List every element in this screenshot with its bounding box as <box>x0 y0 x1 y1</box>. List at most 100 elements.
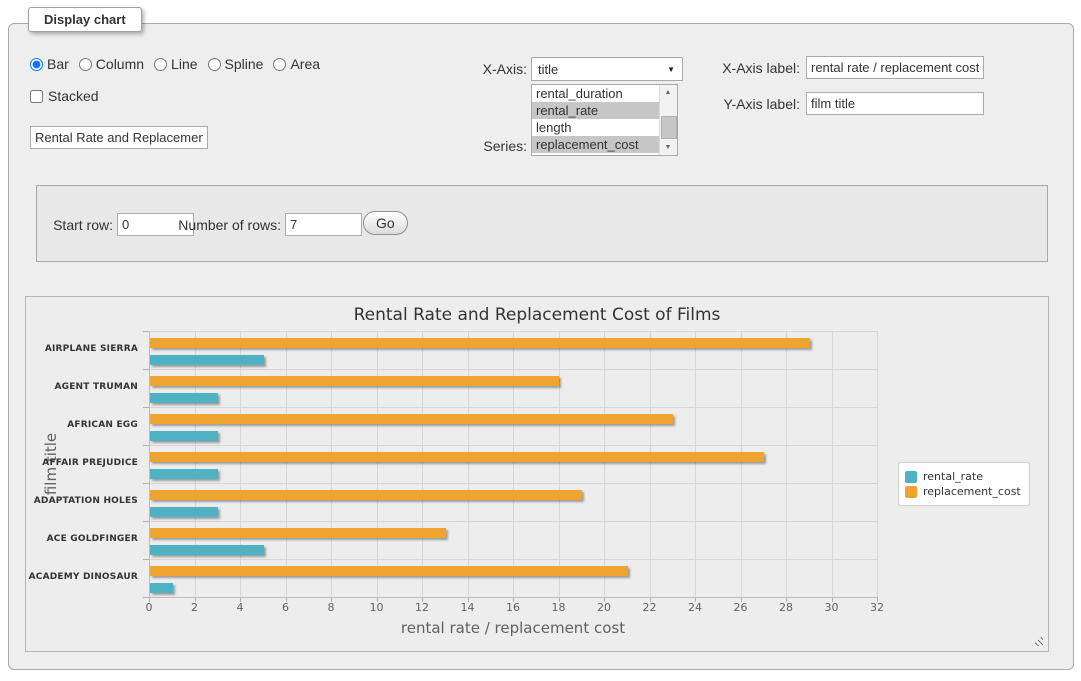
start-row-label: Start row: <box>36 217 113 233</box>
category-label: ADAPTATION HOLES <box>26 496 138 506</box>
chart-title-input[interactable] <box>30 126 208 149</box>
legend-label: rental_rate <box>923 470 983 483</box>
num-rows-input[interactable] <box>285 213 362 236</box>
chart-type-radio-column[interactable] <box>79 58 92 71</box>
gridline <box>149 483 877 484</box>
go-button[interactable]: Go <box>363 211 408 235</box>
chart-type-option-bar: Bar <box>30 56 69 72</box>
gridline <box>695 331 696 597</box>
x-axis-tick-label: 30 <box>825 601 839 614</box>
gridline <box>149 407 877 408</box>
gridline <box>331 331 332 597</box>
series-option-replacement_cost[interactable]: replacement_cost <box>532 136 660 153</box>
x-axis-tick-label: 22 <box>643 601 657 614</box>
chevron-down-icon: ▼ <box>667 65 675 74</box>
bar-replacement_cost <box>150 414 673 424</box>
gridline <box>468 331 469 597</box>
gridline <box>786 331 787 597</box>
chart-type-radio-line[interactable] <box>154 58 167 71</box>
gridline <box>149 521 877 522</box>
chart-type-radio-label: Column <box>96 56 144 72</box>
x-axis-tick-label: 12 <box>415 601 429 614</box>
stacked-checkbox[interactable] <box>30 90 43 103</box>
bar-rental_rate <box>150 545 264 555</box>
chart-type-radio-bar[interactable] <box>30 58 43 71</box>
x-axis-tick-label: 4 <box>237 601 244 614</box>
gridline <box>149 445 877 446</box>
bar-replacement_cost <box>150 338 810 348</box>
y-axis-line <box>149 331 150 597</box>
legend-label: replacement_cost <box>923 485 1021 498</box>
stacked-group: Stacked <box>30 88 99 104</box>
chart-container: Rental Rate and Replacement Cost of Film… <box>25 296 1049 652</box>
category-label: AFFAIR PREJUDICE <box>26 458 138 468</box>
x-axis-tick-label: 20 <box>597 601 611 614</box>
stacked-label: Stacked <box>48 88 99 104</box>
x-axis-tick-label: 6 <box>282 601 289 614</box>
gridline <box>877 331 878 597</box>
series-option-length[interactable]: length <box>532 119 660 136</box>
x-axis-tick-label: 32 <box>870 601 884 614</box>
x-axis-tick-label: 8 <box>328 601 335 614</box>
bar-rental_rate <box>150 507 218 517</box>
bar-rental_rate <box>150 393 218 403</box>
scroll-down-icon[interactable]: ▼ <box>660 140 676 155</box>
y-axis-label-label: Y-Axis label: <box>690 96 800 112</box>
category-label: ACE GOLDFINGER <box>26 534 138 544</box>
x-axis-tick-label: 26 <box>734 601 748 614</box>
chart-type-option-spline: Spline <box>208 56 264 72</box>
gridline <box>195 331 196 597</box>
x-axis-select[interactable]: title ▼ <box>531 57 683 81</box>
legend-swatch-icon <box>905 471 917 483</box>
bar-rental_rate <box>150 431 218 441</box>
x-axis-tick-label: 14 <box>461 601 475 614</box>
series-option-rental_duration[interactable]: rental_duration <box>532 85 660 102</box>
x-axis-label-input[interactable] <box>806 56 984 79</box>
chart-type-radio-area[interactable] <box>273 58 286 71</box>
chart-type-radio-label: Bar <box>47 56 69 72</box>
resize-handle-icon[interactable] <box>1032 635 1043 646</box>
num-rows-label: Number of rows: <box>170 217 281 233</box>
chart-type-radio-label: Line <box>171 56 197 72</box>
series-scrollbar[interactable]: ▲ ▼ <box>659 85 677 155</box>
bar-rental_rate <box>150 355 264 365</box>
bar-rental_rate <box>150 469 218 479</box>
chart-type-group: Bar Column Line Spline Area <box>30 56 330 72</box>
gridline <box>377 331 378 597</box>
legend-item-rental_rate[interactable]: rental_rate <box>905 470 1021 483</box>
chart-x-axis-title: rental rate / replacement cost <box>149 619 877 637</box>
category-label: AIRPLANE SIERRA <box>26 344 138 354</box>
series-option-rental_rate[interactable]: rental_rate <box>532 102 660 119</box>
series-listbox[interactable]: rental_durationrental_ratelengthreplacem… <box>531 84 678 156</box>
scrollbar-thumb[interactable] <box>661 116 677 139</box>
chart-type-option-area: Area <box>273 56 320 72</box>
category-label: AFRICAN EGG <box>26 420 138 430</box>
legend-swatch-icon <box>905 486 917 498</box>
bar-replacement_cost <box>150 490 582 500</box>
gridline <box>650 331 651 597</box>
gridline <box>149 559 877 560</box>
chart-legend: rental_rate replacement_cost <box>898 462 1030 506</box>
gridline <box>559 331 560 597</box>
series-label: Series: <box>430 138 527 154</box>
x-axis-label-label: X-Axis label: <box>690 60 800 76</box>
x-axis-tick-label: 0 <box>146 601 153 614</box>
scroll-up-icon[interactable]: ▲ <box>660 85 676 100</box>
bar-replacement_cost <box>150 452 764 462</box>
page: Display chart Bar Column Line Spline Area St… <box>0 0 1081 681</box>
x-axis-tick-label: 28 <box>779 601 793 614</box>
chart-title: Rental Rate and Replacement Cost of Film… <box>26 305 1048 325</box>
chart-type-radio-label: Spline <box>225 56 264 72</box>
y-axis-label-input[interactable] <box>806 92 984 115</box>
display-chart-tab: Display chart <box>28 7 142 32</box>
chart-type-option-column: Column <box>79 56 144 72</box>
legend-item-replacement_cost[interactable]: replacement_cost <box>905 485 1021 498</box>
x-axis-line <box>149 597 877 598</box>
gridline <box>149 369 877 370</box>
category-label: AGENT TRUMAN <box>26 382 138 392</box>
chart-type-radio-spline[interactable] <box>208 58 221 71</box>
series-options: rental_durationrental_ratelengthreplacem… <box>532 85 660 155</box>
x-axis-selected-value: title <box>538 62 558 77</box>
gridline <box>513 331 514 597</box>
chart-type-option-line: Line <box>154 56 197 72</box>
